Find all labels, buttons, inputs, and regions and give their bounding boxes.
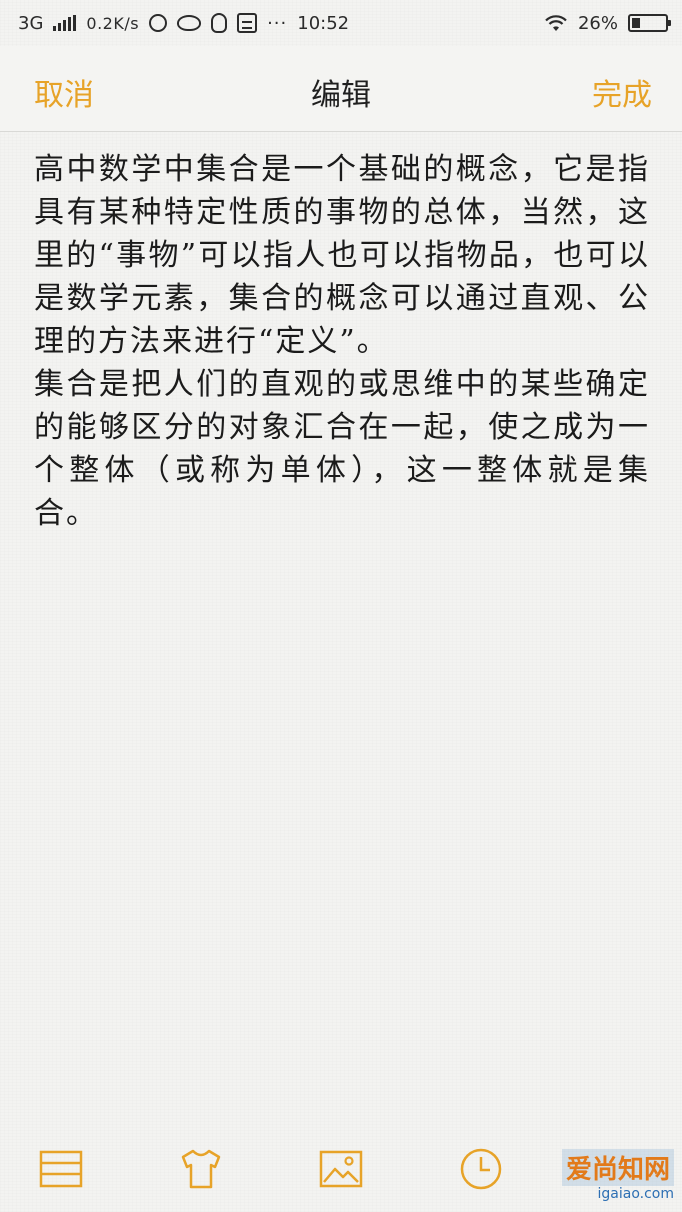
more-notifications-icon: ··· [267,12,288,34]
note-paragraph: 高中数学中集合是一个基础的概念，它是指具有某种特定性质的事物的总体，当然，这里的… [34,152,650,359]
done-button[interactable]: 完成 [592,70,652,114]
network-speed: 0.2K/s [86,13,140,33]
shirt-icon[interactable] [178,1146,224,1192]
weibo-icon [177,15,202,31]
page-title: 编辑 [311,78,371,113]
signal-icon [53,15,77,31]
note-paragraph: 集合是把人们的直观的或思维中的某些确定的能够区分的对象汇合在一起，使之成为一个整… [34,367,650,531]
app-notification-icon [237,13,258,33]
wifi-icon [545,15,567,31]
note-editor[interactable]: 高中数学中集合是一个基础的概念，它是指具有某种特定性质的事物的总体，当然，这里的… [34,148,650,535]
sync-icon [149,14,168,32]
list-icon[interactable] [38,1146,84,1192]
battery-icon [628,14,671,32]
status-right: 26% [544,12,671,34]
clock-icon[interactable] [458,1146,504,1192]
network-type: 3G [18,12,44,34]
watermark: 爱尚知网 igaiao.com [512,1138,682,1212]
qq-icon [211,13,228,33]
battery-level [632,18,640,28]
nav-bar: 取消 编辑 完成 [0,46,682,132]
watermark-url: igaiao.com [597,1185,675,1202]
watermark-logo: 爱尚知网 [561,1148,674,1186]
status-left: 3G 0.2K/s ··· 10:52 [18,13,349,34]
status-bar: 3G 0.2K/s ··· 10:52 26% [0,0,682,46]
image-icon[interactable] [318,1146,364,1192]
clock-time: 10:52 [297,12,350,34]
battery-percent: 26% [577,12,618,34]
